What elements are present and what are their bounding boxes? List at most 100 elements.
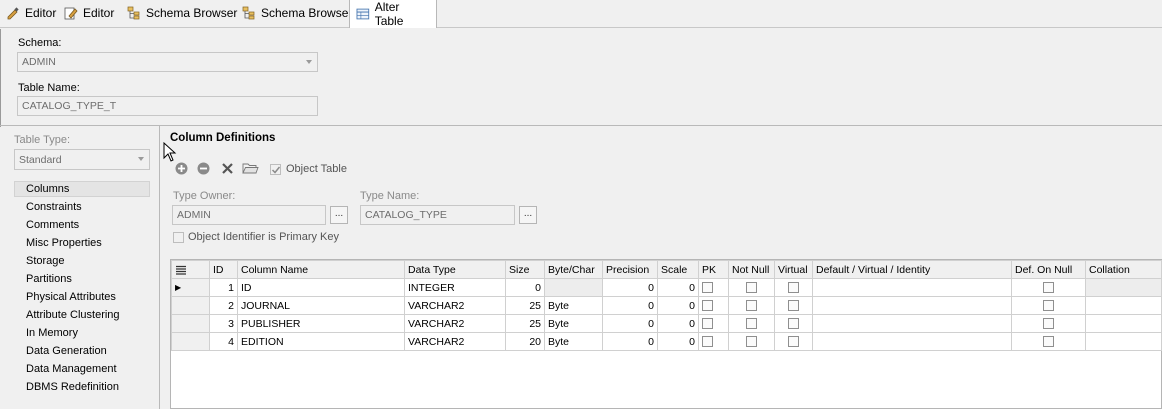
table-name-input[interactable]: CATALOG_TYPE_T — [17, 96, 318, 116]
cell-virtual[interactable] — [774, 314, 813, 333]
column-header-virtual[interactable]: Virtual — [774, 260, 813, 279]
cell-size[interactable]: 25 — [505, 296, 545, 315]
virtual-checkbox[interactable] — [788, 300, 799, 312]
nav-item-columns[interactable]: Columns — [26, 181, 69, 197]
remove-column-icon[interactable] — [196, 161, 211, 176]
panel-splitter[interactable] — [159, 126, 160, 409]
cell-collation[interactable] — [1085, 314, 1162, 333]
cell-id[interactable]: 2 — [209, 296, 238, 315]
cell-precision[interactable]: 0 — [602, 332, 658, 351]
object-table-checkbox[interactable] — [270, 164, 281, 175]
def-on-null-checkbox[interactable] — [1043, 336, 1054, 348]
tab-editor-2[interactable]: Editor — [58, 0, 120, 26]
cell-scale[interactable]: 0 — [657, 332, 699, 351]
nav-item-misc-properties[interactable]: Misc Properties — [26, 235, 102, 251]
cell-column-name[interactable]: EDITION — [237, 332, 405, 351]
nav-item-comments[interactable]: Comments — [26, 217, 79, 233]
grid-menu-cell[interactable] — [171, 260, 210, 279]
table-row[interactable]: 3 PUBLISHER VARCHAR2 25 Byte 0 0 — [171, 314, 1162, 333]
cell-byte-char[interactable]: Byte — [544, 296, 603, 315]
cell-size[interactable]: 20 — [505, 332, 545, 351]
tab-schema-browser-1[interactable]: Schema Browser — [121, 0, 243, 26]
folder-open-icon[interactable] — [242, 161, 259, 176]
def-on-null-checkbox[interactable] — [1043, 318, 1054, 330]
cell-def-on-null[interactable] — [1011, 332, 1086, 351]
cell-collation[interactable] — [1085, 278, 1162, 297]
nav-item-data-management[interactable]: Data Management — [26, 361, 117, 377]
cell-pk[interactable] — [698, 332, 729, 351]
not-null-checkbox[interactable] — [746, 336, 757, 348]
cell-byte-char[interactable] — [544, 278, 603, 297]
cell-byte-char[interactable]: Byte — [544, 332, 603, 351]
cell-column-name[interactable]: JOURNAL — [237, 296, 405, 315]
add-column-icon[interactable] — [174, 161, 189, 176]
column-header-collation[interactable]: Collation — [1085, 260, 1162, 279]
cell-data-type[interactable]: VARCHAR2 — [404, 314, 506, 333]
cell-not-null[interactable] — [728, 332, 775, 351]
def-on-null-checkbox[interactable] — [1043, 282, 1054, 294]
pk-checkbox[interactable] — [702, 336, 713, 348]
pk-checkbox[interactable] — [702, 318, 713, 330]
nav-item-dbms-redefinition[interactable]: DBMS Redefinition — [26, 379, 119, 395]
cell-precision[interactable]: 0 — [602, 296, 658, 315]
cell-virtual[interactable] — [774, 278, 813, 297]
cell-byte-char[interactable]: Byte — [544, 314, 603, 333]
cell-precision[interactable]: 0 — [602, 314, 658, 333]
cell-default[interactable] — [812, 332, 1012, 351]
nav-item-attribute-clustering[interactable]: Attribute Clustering — [26, 307, 120, 323]
column-header-byte-char[interactable]: Byte/Char — [544, 260, 603, 279]
cell-data-type[interactable]: INTEGER — [404, 278, 506, 297]
cell-id[interactable]: 3 — [209, 314, 238, 333]
cell-not-null[interactable] — [728, 296, 775, 315]
cell-pk[interactable] — [698, 278, 729, 297]
cell-pk[interactable] — [698, 296, 729, 315]
type-owner-input[interactable]: ADMIN — [172, 205, 326, 225]
column-header-size[interactable]: Size — [505, 260, 545, 279]
cell-def-on-null[interactable] — [1011, 278, 1086, 297]
cell-virtual[interactable] — [774, 296, 813, 315]
column-header-precision[interactable]: Precision — [602, 260, 658, 279]
tab-editor-1[interactable]: Editor — [0, 0, 62, 26]
column-header-id[interactable]: ID — [209, 260, 238, 279]
column-header-data-type[interactable]: Data Type — [404, 260, 506, 279]
cell-not-null[interactable] — [728, 278, 775, 297]
cell-scale[interactable]: 0 — [657, 278, 699, 297]
table-row[interactable]: 2 JOURNAL VARCHAR2 25 Byte 0 0 — [171, 296, 1162, 315]
cell-not-null[interactable] — [728, 314, 775, 333]
virtual-checkbox[interactable] — [788, 336, 799, 348]
nav-item-physical-attributes[interactable]: Physical Attributes — [26, 289, 116, 305]
type-name-browse-button[interactable]: ... — [519, 206, 537, 224]
cell-data-type[interactable]: VARCHAR2 — [404, 332, 506, 351]
cell-precision[interactable]: 0 — [602, 278, 658, 297]
tab-schema-browser-2[interactable]: Schema Browser — [236, 0, 358, 26]
cell-data-type[interactable]: VARCHAR2 — [404, 296, 506, 315]
cell-virtual[interactable] — [774, 332, 813, 351]
column-header-default[interactable]: Default / Virtual / Identity — [812, 260, 1012, 279]
oid-primary-key-checkbox[interactable] — [173, 232, 184, 243]
cell-scale[interactable]: 0 — [657, 314, 699, 333]
cell-scale[interactable]: 0 — [657, 296, 699, 315]
column-header-scale[interactable]: Scale — [657, 260, 699, 279]
nav-item-partitions[interactable]: Partitions — [26, 271, 72, 287]
not-null-checkbox[interactable] — [746, 282, 757, 294]
nav-item-in-memory[interactable]: In Memory — [26, 325, 78, 341]
column-header-not-null[interactable]: Not Null — [728, 260, 775, 279]
cell-column-name[interactable]: ID — [237, 278, 405, 297]
pk-checkbox[interactable] — [702, 282, 713, 294]
cell-pk[interactable] — [698, 314, 729, 333]
column-header-column-name[interactable]: Column Name — [237, 260, 405, 279]
schema-dropdown[interactable]: ADMIN — [17, 52, 318, 72]
pk-checkbox[interactable] — [702, 300, 713, 312]
cell-id[interactable]: 4 — [209, 332, 238, 351]
type-owner-browse-button[interactable]: ... — [330, 206, 348, 224]
nav-item-storage[interactable]: Storage — [26, 253, 65, 269]
cell-def-on-null[interactable] — [1011, 314, 1086, 333]
cell-collation[interactable] — [1085, 296, 1162, 315]
def-on-null-checkbox[interactable] — [1043, 300, 1054, 312]
cell-id[interactable]: 1 — [209, 278, 238, 297]
cell-default[interactable] — [812, 296, 1012, 315]
delete-icon[interactable] — [220, 161, 235, 176]
table-type-dropdown[interactable]: Standard — [14, 149, 150, 170]
table-row[interactable]: ▶ 1 ID INTEGER 0 0 0 — [171, 278, 1162, 297]
type-name-input[interactable]: CATALOG_TYPE — [360, 205, 515, 225]
